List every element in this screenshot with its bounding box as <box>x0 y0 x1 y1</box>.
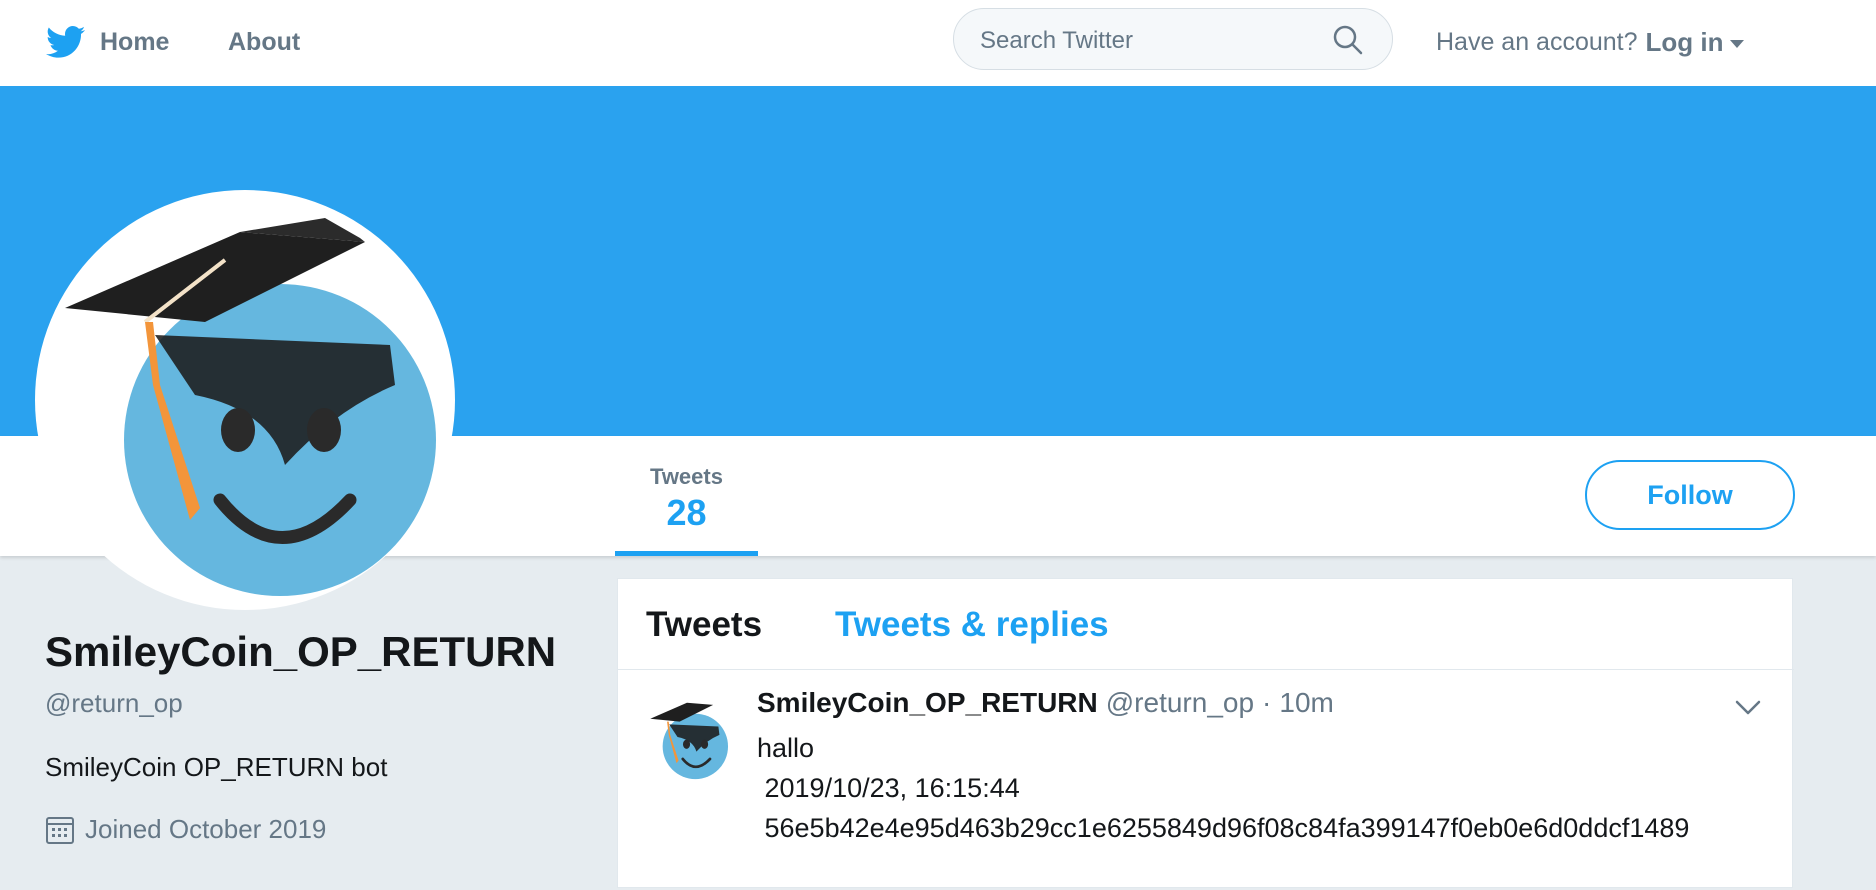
chevron-down-icon[interactable] <box>1735 700 1761 716</box>
tab-tweets-and-replies[interactable]: Tweets & replies <box>835 605 1109 645</box>
smiley-graduate-icon <box>650 702 729 780</box>
search-input[interactable] <box>978 21 1322 61</box>
caret-down-icon <box>1729 39 1744 48</box>
twitter-bird-icon <box>46 25 86 58</box>
tweet-item[interactable]: SmileyCoin_OP_RETURN @return_op · 10m ha… <box>618 670 1794 890</box>
profile-handle[interactable]: @return_op <box>45 688 183 719</box>
nav-about-label: About <box>228 27 301 56</box>
tweet-timestamp[interactable]: 10m <box>1279 687 1333 719</box>
search-box <box>953 8 1393 70</box>
nav-home-label: Home <box>100 27 170 56</box>
tweet-separator: · <box>1262 687 1272 718</box>
nav-about-link[interactable]: About <box>228 22 300 62</box>
smiley-graduate-icon <box>65 218 436 596</box>
calendar-icon <box>46 816 74 844</box>
joined-text: Joined October 2019 <box>85 814 327 844</box>
profile-bio: SmileyCoin OP_RETURN bot <box>45 752 388 782</box>
timeline-tabs: Tweets Tweets & replies <box>618 579 1794 670</box>
search-icon[interactable] <box>1332 24 1364 56</box>
profile-joined-date: Joined October 2019 <box>45 814 326 845</box>
login-button[interactable]: Log in <box>1646 27 1744 58</box>
tab-tweets[interactable]: Tweets <box>646 605 762 645</box>
login-label: Log in <box>1645 26 1724 57</box>
tweets-stat-label: Tweets <box>650 464 723 489</box>
timeline-panel: Tweets Tweets & replies SmileyCoin_OP_RE… <box>617 578 1794 890</box>
tweet-author-avatar[interactable] <box>644 694 732 782</box>
active-stat-underline <box>615 551 758 556</box>
follow-button[interactable]: Follow <box>1585 460 1795 530</box>
have-account-text: Have an account? <box>1436 27 1638 56</box>
tweet-text: hallo 2019/10/23, 16:15:44 56e5b42e4e95d… <box>757 733 1690 843</box>
tweet-author-handle[interactable]: @return_op <box>1106 687 1254 719</box>
profile-display-name: SmileyCoin_OP_RETURN <box>45 628 557 675</box>
tweets-stat[interactable]: Tweets 28 <box>615 436 758 556</box>
tweet-author-name[interactable]: SmileyCoin_OP_RETURN <box>757 687 1098 719</box>
tweet-header: SmileyCoin_OP_RETURN @return_op · 10m <box>757 687 1334 719</box>
tweets-stat-count: 28 <box>666 492 707 533</box>
profile-avatar[interactable] <box>35 190 455 610</box>
top-navigation-bar: Home About Have an account? Log in <box>0 0 1876 87</box>
login-area: Have an account? Log in <box>1436 22 1744 62</box>
nav-home-link[interactable]: Home <box>46 22 169 62</box>
